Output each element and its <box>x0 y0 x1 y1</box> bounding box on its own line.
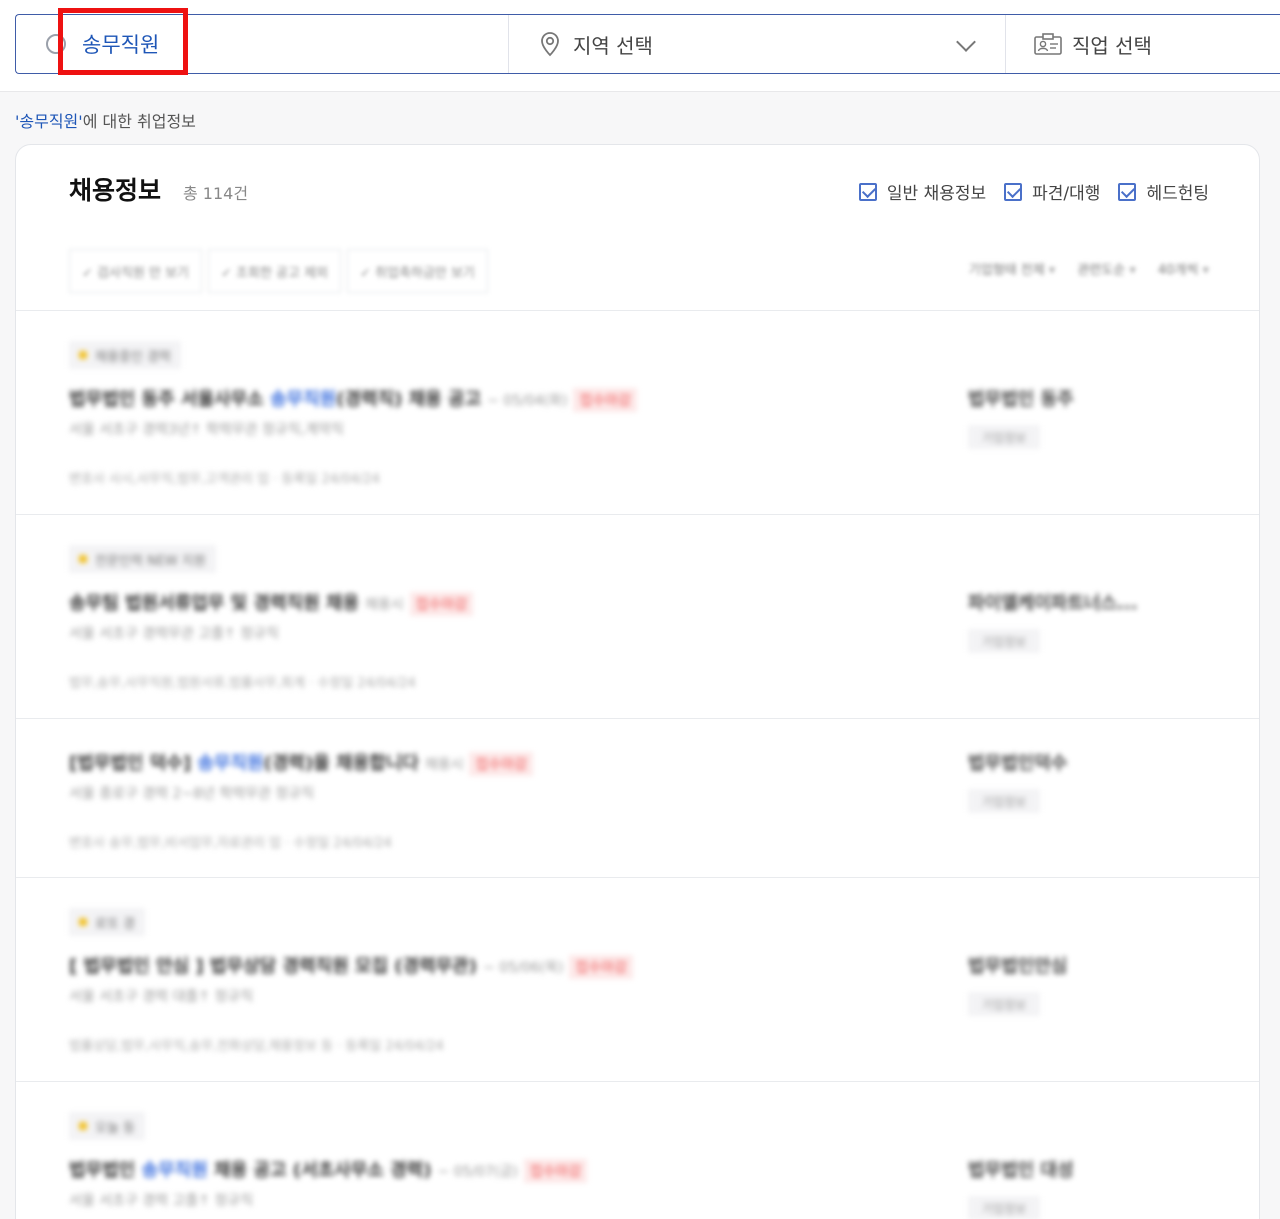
listing-item[interactable]: 오늘 등 법무법인 송무직원 채용 공고 (서초사무소 경력) ~ 05/07(금… <box>16 1082 1259 1219</box>
chevron-down-icon[interactable] <box>956 32 976 52</box>
listing-sector: 변호사 사시,사무직,법무,고객관리 업 · 등록일 24/04/24 <box>69 472 380 487</box>
quick-filters: ✓ 검사직원 만 보기 ✓ 조회한 공고 제외 ✓ 취업축하금만 보기 <box>69 249 488 293</box>
type-headhunting-label: 헤드헌팅 <box>1146 184 1209 204</box>
listing-tag: 오늘 등 <box>69 1112 146 1140</box>
region-select-label: 지역 선택 <box>573 33 653 58</box>
region-select[interactable]: 지역 선택 <box>509 15 1006 73</box>
job-select-label: 직업 선택 <box>1072 33 1152 58</box>
company-info-badge[interactable]: 기업정보 <box>968 629 1040 653</box>
company-name[interactable]: 법무법인 동주 <box>968 385 1074 411</box>
panel-title: 채용정보 <box>69 176 162 205</box>
company-name[interactable]: 법무법인안심 <box>968 952 1067 978</box>
listing-tag: 전문인력 NEW 지원 <box>69 545 216 573</box>
listing-details: 서울 서초구 경력 대졸↑ 정규직 <box>69 989 254 1005</box>
listing-item[interactable]: [법무법인 덕수] 송무직원(경력)을 채용합니다 채용시 접수마감 서울 종로구 … <box>16 719 1259 877</box>
caption-keyword: '송무직원' <box>15 112 83 131</box>
listing-title[interactable]: 법무법인 동주 서울사무소 송무직원(경력직) 채용 공고 ~ 05/04(화) 접… <box>69 385 637 412</box>
type-general-label: 일반 채용정보 <box>886 184 987 204</box>
listing-item[interactable]: 채용중인 경력 법무법인 동주 서울사무소 송무직원(경력직) 채용 공고 ~ 0… <box>16 311 1259 514</box>
company-type-dropdown[interactable]: 기업형태 전체 <box>969 259 1056 278</box>
listing-title[interactable]: [ 법무법인 안심 ] 법무상담 경력직원 모집 (경력무관) ~ 05/06(목… <box>69 952 633 979</box>
listing-sector: 법률상담,법무,사무직,송무,전화상담,채용정보 등 · 등록일 24/04/2… <box>69 1039 444 1054</box>
listing-details: 서울 종로구 경력 2~8년 학력무관 정규직 <box>69 786 314 802</box>
sort-controls: 기업형태 전체 관련도순 40개씩 <box>969 259 1209 278</box>
listing-tag: 채용중인 경력 <box>69 341 181 369</box>
type-general[interactable]: 일반 채용정보 <box>858 179 987 204</box>
listing-type-filters: 일반 채용정보 파견/대행 헤드헌팅 <box>858 179 1209 204</box>
checkbox-icon[interactable] <box>858 182 877 201</box>
listing-item[interactable]: 로또 경 [ 법무법인 안심 ] 법무상담 경력직원 모집 (경력무관) ~ 05… <box>16 878 1259 1081</box>
listing-sector: 변호사 송무,법무,비서업무,자료관리 업 · 수정일 24/04/24 <box>69 836 392 851</box>
sort-order-dropdown[interactable]: 관련도순 <box>1077 259 1136 278</box>
listing-details: 서울 서초구 경력3년↑ 학력무관 정규직,계약직 <box>69 422 344 438</box>
listing-details: 서울 서초구 경력무관 고졸↑ 정규직 <box>69 626 279 642</box>
result-caption: '송무직원'에 대한 취업정보 <box>15 108 196 132</box>
company-name[interactable]: 법무법인덕수 <box>968 749 1067 775</box>
page-size-dropdown[interactable]: 40개씩 <box>1158 259 1209 278</box>
filter-chip[interactable]: ✓ 검사직원 만 보기 <box>69 249 203 293</box>
type-headhunting[interactable]: 헤드헌팅 <box>1118 179 1209 204</box>
checkbox-icon[interactable] <box>1118 182 1137 201</box>
highlight-box <box>58 8 188 75</box>
result-count: 총 114건 <box>183 184 249 203</box>
type-dispatch[interactable]: 파견/대행 <box>1004 179 1100 204</box>
listing-title[interactable]: [법무법인 덕수] 송무직원(경력)을 채용합니다 채용시 접수마감 <box>69 749 533 776</box>
listing-sector: 법무,송무,사무직원,법원서류,법률사무,회계 · 수정일 24/04/24 <box>69 676 416 691</box>
company-info-badge[interactable]: 기업정보 <box>968 425 1040 449</box>
company-info-badge[interactable]: 기업정보 <box>968 1196 1040 1219</box>
listing-item[interactable]: 전문인력 NEW 지원 송무팀 법원서류업무 및 경력직원 채용 채용시 접수마감 … <box>16 515 1259 718</box>
checkbox-icon[interactable] <box>1004 182 1023 201</box>
listing-title[interactable]: 법무법인 송무직원 채용 공고 (서초사무소 경력) ~ 05/07(금) 접수마감 <box>69 1156 588 1183</box>
type-dispatch-label: 파견/대행 <box>1032 184 1101 204</box>
listing-tag: 로또 경 <box>69 908 146 936</box>
location-pin-icon <box>541 32 559 57</box>
caption-suffix: 에 대한 취업정보 <box>82 112 196 131</box>
search-bar: 송무직원 지역 선택 직업 선택 <box>15 14 1280 74</box>
job-select[interactable]: 직업 선택 <box>1006 15 1280 73</box>
search-header: 송무직원 지역 선택 직업 선택 <box>0 0 1280 92</box>
filter-chip[interactable]: ✓ 조회한 공고 제외 <box>208 249 342 293</box>
company-info-badge[interactable]: 기업정보 <box>968 789 1040 813</box>
listing-details: 서울 서초구 경력 고졸↑ 정규직 <box>69 1193 254 1209</box>
company-name[interactable]: 법무법인 대성 <box>968 1156 1074 1182</box>
filter-chip[interactable]: ✓ 취업축하금만 보기 <box>347 249 488 293</box>
id-card-icon <box>1034 33 1062 55</box>
company-name[interactable]: 파이엘케이파트너스... <box>968 589 1138 615</box>
company-info-badge[interactable]: 기업정보 <box>968 992 1040 1016</box>
job-listings-panel: 채용정보 총 114건 일반 채용정보 파견/대행 헤드헌팅 ✓ 검사직원 만 … <box>15 144 1260 1219</box>
listing-title[interactable]: 송무팀 법원서류업무 및 경력직원 채용 채용시 접수마감 <box>69 589 474 616</box>
